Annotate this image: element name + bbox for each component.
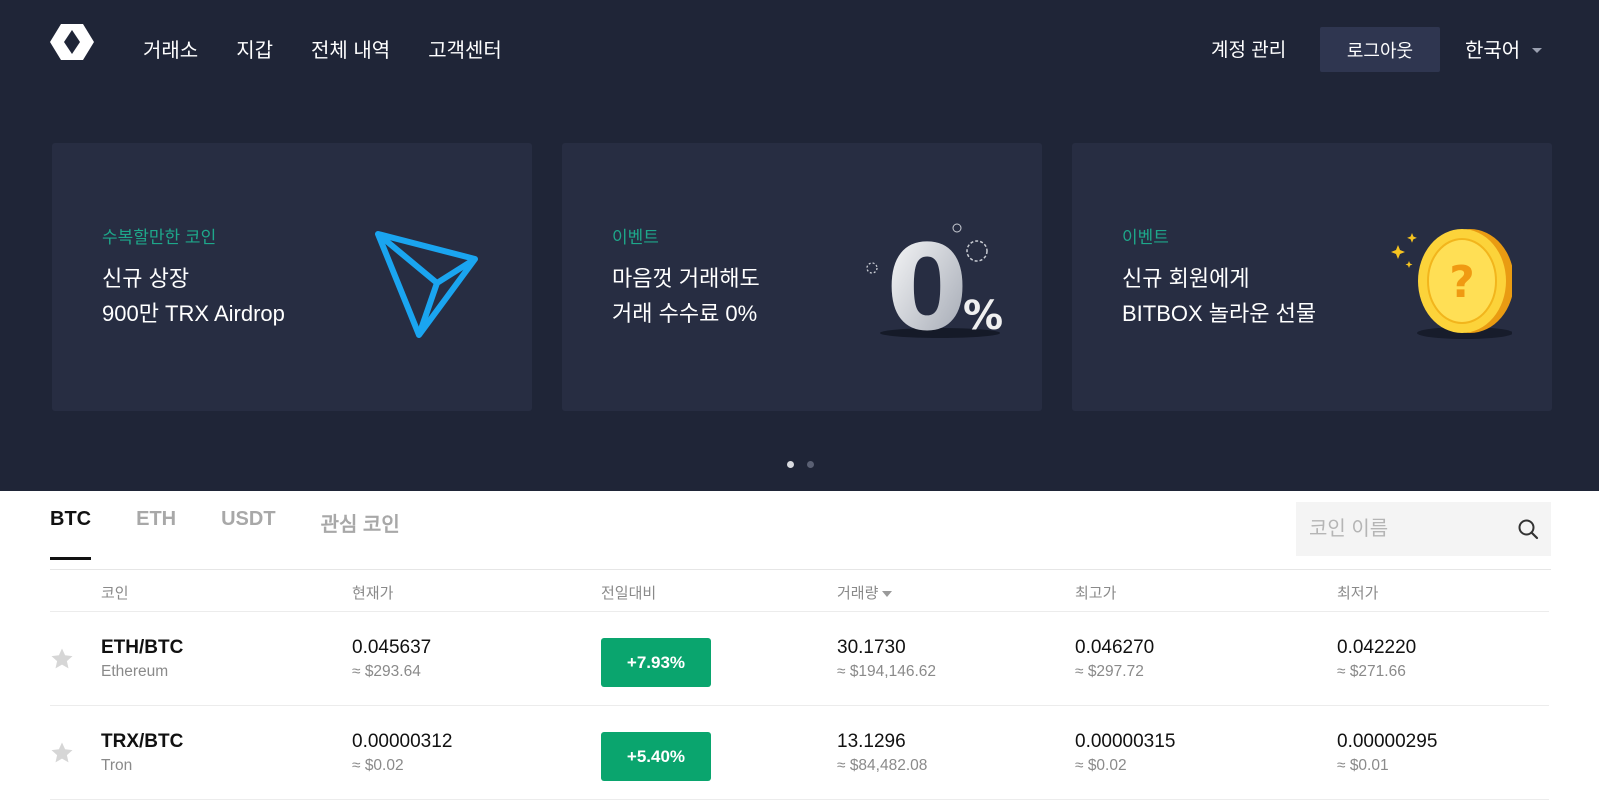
gold-coin-question-icon: ? <box>1391 229 1512 339</box>
tab-usdt[interactable]: USDT <box>221 508 275 554</box>
sort-desc-icon <box>882 591 893 598</box>
high-cell: 0.046270 ≈ $297.72 <box>1075 637 1154 681</box>
high-usd: ≈ $0.02 <box>1075 757 1127 774</box>
question-mark-glyph: ? <box>1449 257 1475 308</box>
market-tabs: BTC ETH USDT 관심 코인 <box>50 508 445 560</box>
nav-item-history[interactable]: 전체 내역 <box>311 34 390 63</box>
change-badge: +5.40% <box>601 732 711 781</box>
language-label: 한국어 <box>1465 40 1521 62</box>
header-low[interactable]: 최저가 <box>1337 582 1378 603</box>
star-icon[interactable] <box>50 741 74 765</box>
header-volume[interactable]: 거래량 <box>837 582 893 603</box>
search-icon[interactable] <box>1517 518 1539 540</box>
language-selector[interactable]: 한국어 <box>1465 34 1543 63</box>
header-price[interactable]: 현재가 <box>352 582 393 603</box>
tab-favorites[interactable]: 관심 코인 <box>321 508 400 554</box>
market-table-header: 코인 현재가 전일대비 거래량 최고가 최저가 <box>50 582 1549 612</box>
price-cell: 0.00000312 ≈ $0.02 <box>352 731 452 775</box>
nav-item-exchange[interactable]: 거래소 <box>143 34 198 63</box>
price-value: 0.045637 <box>352 637 432 658</box>
row-divider <box>50 799 1549 800</box>
header-change[interactable]: 전일대비 <box>601 582 656 603</box>
low-usd: ≈ $0.01 <box>1337 757 1389 774</box>
nav-item-support[interactable]: 고객센터 <box>428 34 502 63</box>
volume-value: 13.1296 <box>837 731 906 752</box>
main-nav: 거래소 지갑 전체 내역 고객센터 <box>143 34 540 63</box>
high-value: 0.046270 <box>1075 637 1155 658</box>
coin-search-box <box>1296 502 1551 556</box>
volume-usd: ≈ $84,482.08 <box>837 757 928 774</box>
percent-glyph: % <box>963 293 1003 339</box>
banner-title: 신규 회원에게 BITBOX 놀라운 선물 <box>1122 266 1317 326</box>
low-cell: 0.042220 ≈ $271.66 <box>1337 637 1416 681</box>
zero-percent-icon: 0 % <box>866 221 1003 341</box>
coin-name: Ethereum <box>101 663 169 680</box>
header-volume-label: 거래량 <box>837 585 879 602</box>
banner-card-new-member-gift[interactable]: 이벤트 신규 회원에게 BITBOX 놀라운 선물 ? <box>1072 143 1552 411</box>
price-usd: ≈ $0.02 <box>352 757 404 774</box>
tab-btc[interactable]: BTC <box>50 508 92 560</box>
low-value: 0.00000295 <box>1337 731 1438 752</box>
table-row[interactable]: ETH/BTC Ethereum 0.045637 ≈ $293.64 +7.9… <box>50 612 1549 705</box>
header-high[interactable]: 최고가 <box>1075 582 1116 603</box>
tab-eth[interactable]: ETH <box>136 508 176 554</box>
account-management-link[interactable]: 계정 관리 <box>1211 35 1286 62</box>
price-usd: ≈ $293.64 <box>352 663 421 680</box>
change-badge: +7.93% <box>601 638 711 687</box>
volume-cell: 13.1296 ≈ $84,482.08 <box>837 731 927 775</box>
low-cell: 0.00000295 ≈ $0.01 <box>1337 731 1437 775</box>
banner-tag: 이벤트 <box>612 228 659 247</box>
tron-logo-icon <box>375 231 478 338</box>
high-cell: 0.00000315 ≈ $0.02 <box>1075 731 1175 775</box>
price-value: 0.00000312 <box>352 731 453 752</box>
low-value: 0.042220 <box>1337 637 1417 658</box>
logout-button[interactable]: 로그아웃 <box>1320 27 1440 72</box>
volume-usd: ≈ $194,146.62 <box>837 663 937 680</box>
carousel-dots <box>787 461 814 468</box>
tabs-divider <box>50 569 1551 570</box>
high-usd: ≈ $297.72 <box>1075 663 1144 680</box>
nav-item-wallet[interactable]: 지갑 <box>236 34 273 63</box>
banner-card-new-listing[interactable]: 수복할만한 코인 신규 상장 900만 TRX Airdrop <box>52 143 532 411</box>
carousel-dot-1[interactable] <box>787 461 794 468</box>
bitbox-logo-icon[interactable] <box>50 24 94 60</box>
star-icon[interactable] <box>50 647 74 671</box>
volume-cell: 30.1730 ≈ $194,146.62 <box>837 637 936 681</box>
carousel-dot-2[interactable] <box>807 461 814 468</box>
volume-value: 30.1730 <box>837 637 906 658</box>
header-coin[interactable]: 코인 <box>101 582 129 603</box>
pair-label: TRX/BTC <box>101 731 184 752</box>
coin-name: Tron <box>101 757 133 774</box>
chevron-down-icon <box>1532 48 1543 53</box>
banner-title: 신규 상장 900만 TRX Airdrop <box>102 266 285 326</box>
coin-cell: ETH/BTC Ethereum <box>101 637 183 681</box>
zero-glyph: 0 <box>886 221 968 341</box>
banner-title: 마음껏 거래해도 거래 수수료 0% <box>612 266 760 326</box>
coin-search-input[interactable] <box>1309 517 1499 541</box>
banner-card-zero-fee[interactable]: 이벤트 마음껏 거래해도 거래 수수료 0% 0 % <box>562 143 1042 411</box>
pair-label: ETH/BTC <box>101 637 184 658</box>
low-usd: ≈ $271.66 <box>1337 663 1406 680</box>
price-cell: 0.045637 ≈ $293.64 <box>352 637 431 681</box>
table-row[interactable]: TRX/BTC Tron 0.00000312 ≈ $0.02 +5.40% 1… <box>50 706 1549 799</box>
hero-section: 거래소 지갑 전체 내역 고객센터 계정 관리 로그아웃 한국어 수복할만한 코… <box>0 0 1599 491</box>
banner-tag: 이벤트 <box>1122 228 1169 247</box>
high-value: 0.00000315 <box>1075 731 1176 752</box>
coin-cell: TRX/BTC Tron <box>101 731 183 775</box>
banner-tag: 수복할만한 코인 <box>102 228 217 247</box>
